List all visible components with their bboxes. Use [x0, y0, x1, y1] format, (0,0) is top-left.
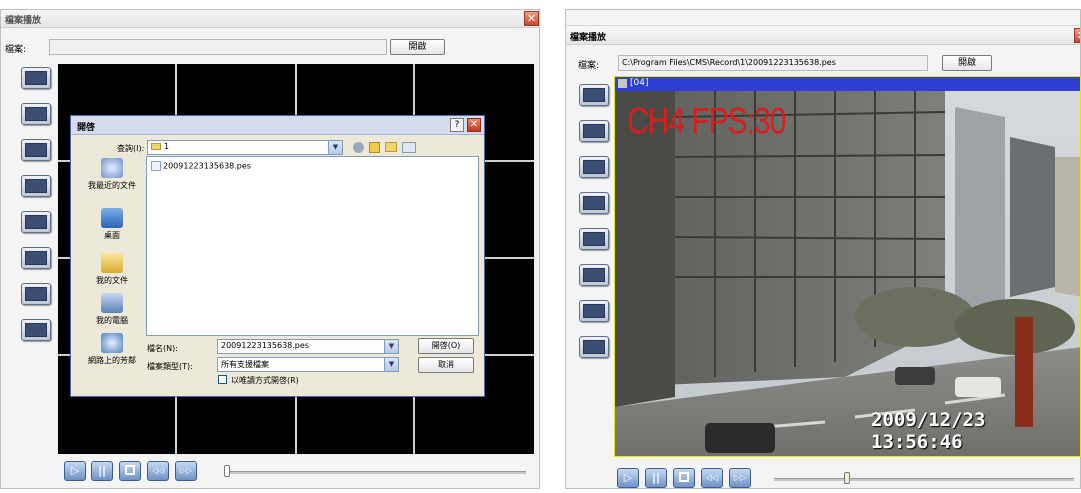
layout-4x4-button[interactable] — [579, 192, 609, 214]
desktop-icon — [101, 208, 123, 228]
right-top-gap — [566, 10, 1080, 26]
layout-1plus7-button[interactable] — [579, 264, 609, 286]
right-pause-button[interactable]: || — [645, 468, 667, 488]
right-file-field[interactable]: C:\Program Files\CMS\Record\1\2009122313… — [618, 55, 928, 71]
place-my-documents[interactable]: 我的文件 — [79, 253, 145, 286]
left-stop-button[interactable] — [119, 461, 141, 481]
filetype-label: 檔案類型(T): — [147, 362, 193, 371]
layout-1plus9-button[interactable] — [21, 283, 51, 305]
left-progress-slider[interactable] — [226, 471, 526, 474]
filetype-combo[interactable]: 所有支援檔案 ▼ — [217, 357, 399, 372]
lookin-combo[interactable]: 1 ▼ — [147, 140, 343, 155]
right-file-label: 檔案: — [578, 61, 600, 71]
layout-4x4-button[interactable] — [21, 175, 51, 197]
layout-1x1-button[interactable] — [579, 84, 609, 106]
layout-1x1-button[interactable] — [21, 67, 51, 89]
filename-combo[interactable]: 20091223135638.pes ▼ — [217, 339, 399, 354]
right-progress-slider[interactable] — [774, 478, 1074, 481]
place-desktop[interactable]: 桌面 — [79, 208, 145, 241]
open-file-dialog: 開啓 ? ✕ 查詢(I): 1 ▼ 我最近的文件 桌面 我的文件 我的電腦 網路… — [70, 115, 485, 397]
layout-1plus12-button[interactable] — [21, 319, 51, 341]
lookin-label: 查詢(I): — [117, 144, 145, 153]
layout-1plus12-button[interactable] — [579, 336, 609, 358]
readonly-checkbox[interactable] — [218, 375, 227, 384]
network-places-icon — [101, 333, 123, 353]
channel-bar: [04] — [615, 77, 1080, 91]
channel-tag: [04] — [630, 78, 649, 88]
left-file-label: 檔案: — [5, 45, 27, 55]
layout-3x3-button[interactable] — [21, 139, 51, 161]
layout-3x3-button[interactable] — [579, 156, 609, 178]
new-folder-icon[interactable] — [385, 142, 397, 152]
filename-dropdown-icon[interactable]: ▼ — [384, 340, 398, 353]
readonly-label: 以唯讀方式開啓(R) — [231, 376, 299, 385]
right-stop-button[interactable] — [673, 468, 695, 488]
speaker-icon — [618, 79, 627, 88]
filetype-dropdown-icon[interactable]: ▼ — [384, 358, 398, 371]
left-file-row: 檔案: 開啟 — [5, 39, 537, 57]
layout-1plus9-button[interactable] — [579, 300, 609, 322]
file-icon — [151, 161, 161, 171]
up-folder-icon[interactable] — [369, 142, 380, 153]
dialog-close-button[interactable]: ✕ — [467, 118, 481, 132]
dialog-help-button[interactable]: ? — [450, 118, 464, 132]
left-window-title: 檔案播放 — [5, 16, 42, 26]
left-pause-button[interactable]: || — [91, 461, 113, 481]
layout-2x2-button[interactable] — [579, 120, 609, 142]
right-close-button[interactable]: ✕ — [1074, 28, 1080, 43]
video-overlay-text: CH4 FPS:30 — [627, 101, 786, 143]
right-forward-button[interactable]: ▷▷ — [729, 468, 751, 488]
left-title-bar: 檔案播放 ✕ — [1, 10, 539, 28]
recent-documents-icon — [101, 158, 123, 178]
dialog-title: 開啓 — [77, 123, 96, 133]
place-network[interactable]: 網路上的芳鄰 — [79, 333, 145, 366]
layout-1plus5-button[interactable] — [579, 228, 609, 250]
right-progress-thumb[interactable] — [844, 472, 850, 484]
file-list: 20091223135638.pes — [146, 156, 479, 336]
video-timestamp: 2009/12/23 13:56:46 — [871, 409, 986, 453]
folder-icon — [151, 143, 161, 150]
place-my-computer[interactable]: 我的電腦 — [79, 293, 145, 326]
filename-label: 檔名(N): — [147, 344, 178, 353]
back-icon[interactable] — [353, 142, 364, 153]
layout-1plus5-button[interactable] — [21, 211, 51, 233]
left-rewind-button[interactable]: ◁◁ — [147, 461, 169, 481]
view-menu-icon[interactable] — [402, 142, 416, 153]
right-title-bar: 檔案播放 ✕ — [566, 27, 1080, 45]
right-play-button[interactable]: ▷ — [617, 468, 639, 488]
my-documents-icon — [101, 253, 123, 273]
dialog-open-button[interactable]: 開啓(O) — [418, 338, 474, 354]
video-frame[interactable]: [04] CH4 FPS:30 2009/12/23 13:56:46 — [614, 76, 1081, 457]
right-file-row: 檔案: C:\Program Files\CMS\Record\1\200912… — [578, 55, 1078, 73]
lookin-dropdown-icon[interactable]: ▼ — [328, 141, 342, 154]
place-recent[interactable]: 我最近的文件 — [79, 158, 145, 191]
dialog-title-bar: 開啓 ? ✕ — [71, 116, 484, 135]
left-close-button[interactable]: ✕ — [524, 11, 539, 26]
left-play-button[interactable]: ▷ — [64, 461, 86, 481]
my-computer-icon — [101, 293, 123, 313]
left-file-field[interactable] — [49, 39, 387, 55]
right-open-button[interactable]: 開啟 — [942, 55, 992, 71]
dialog-cancel-button[interactable]: 取消 — [418, 357, 474, 373]
lookin-value: 1 — [164, 142, 170, 151]
file-list-item[interactable]: 20091223135638.pes — [151, 161, 251, 171]
layout-1plus7-button[interactable] — [21, 247, 51, 269]
layout-2x2-button[interactable] — [21, 103, 51, 125]
right-layout-buttons — [579, 84, 613, 372]
left-progress-thumb[interactable] — [224, 465, 230, 477]
left-forward-button[interactable]: ▷▷ — [175, 461, 197, 481]
right-window-title: 檔案播放 — [570, 33, 607, 43]
right-rewind-button[interactable]: ◁◁ — [701, 468, 723, 488]
left-layout-buttons — [21, 67, 55, 355]
left-open-button[interactable]: 開啟 — [390, 39, 445, 55]
places-bar: 我最近的文件 桌面 我的文件 我的電腦 網路上的芳鄰 — [79, 158, 145, 388]
